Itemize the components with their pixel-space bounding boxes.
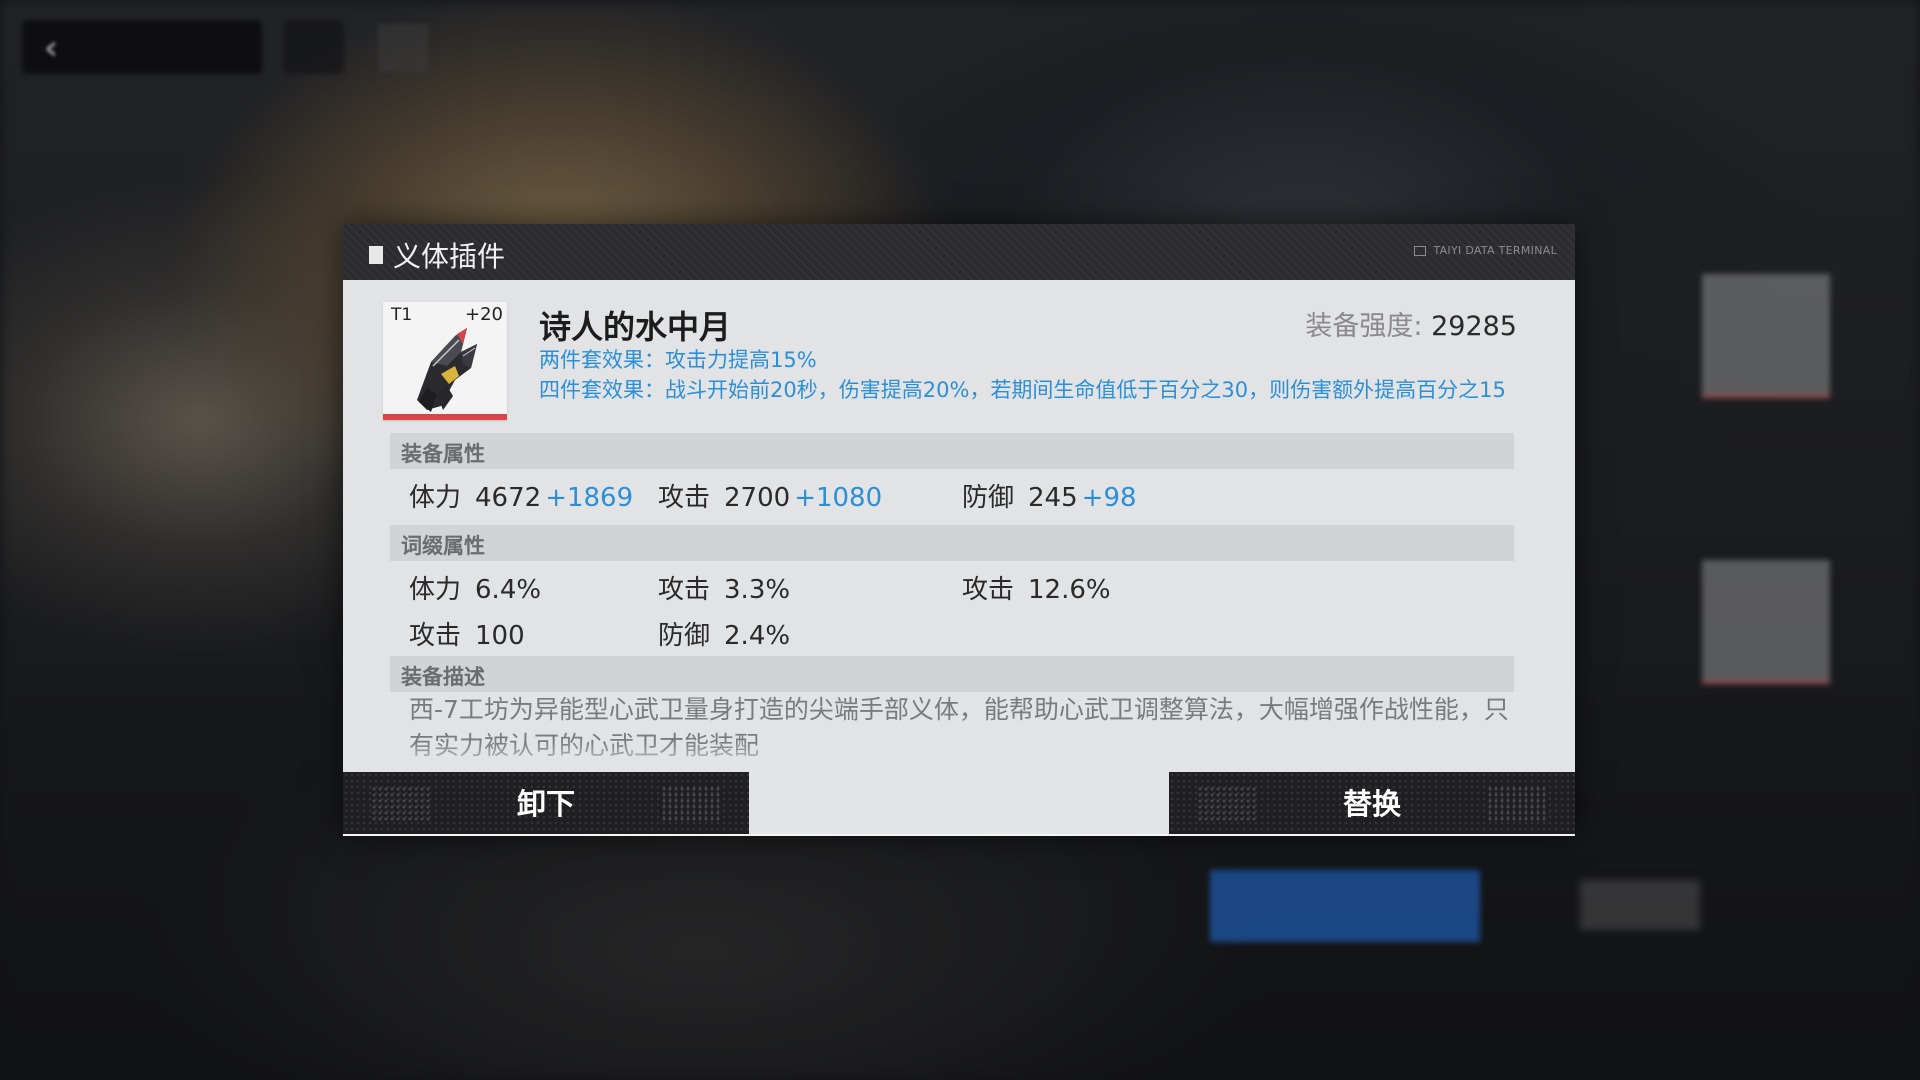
dialog-header: 义体插件 TAIYI DATA TERMINAL [343,224,1575,280]
base-stat: 防御 245 +98 [962,477,1137,514]
header-tag-text: TAIYI DATA TERMINAL [1433,244,1557,257]
dialog-body[interactable]: T1 +20 诗人的水中月 装备强度: 29285 两件套效果：攻击力提高15%… [343,280,1575,772]
terminal-icon [1414,246,1427,256]
equipment-power: 装备强度: 29285 [1305,304,1517,343]
dialog-footer: 卸下 替换 [343,772,1575,836]
two-piece-set-effect: 两件套效果：攻击力提高15% [539,348,817,372]
stat-bonus: +1080 [794,483,883,513]
footer-divider [343,834,1575,836]
stat-label: 攻击 [962,575,1015,605]
stat-label: 攻击 [409,621,462,651]
top-bar-button-blurred [284,20,344,74]
base-stat: 攻击 2700 +1080 [658,477,882,514]
stat-value: 12.6% [1028,575,1111,605]
side-equipment-slot [1702,560,1830,684]
affix-stat: 体力 6.4% [409,569,541,606]
section-base-stats: 装备属性 [390,433,1514,469]
affix-stat: 攻击 3.3% [658,569,790,606]
background-button-blurred [1210,870,1480,942]
affix-stat: 防御 2.4% [658,615,790,652]
stat-label: 攻击 [658,483,711,513]
power-value: 29285 [1431,311,1517,342]
stat-label: 攻击 [658,575,711,605]
section-affix-stats: 词缀属性 [390,525,1514,561]
side-equipment-slot [1702,274,1830,398]
top-bar-icon-blurred [378,24,428,72]
stat-value: 100 [475,621,525,651]
dialog-title: 义体插件 [393,240,506,273]
stat-label: 防御 [658,621,711,651]
stat-label: 防御 [962,483,1015,513]
stat-label: 体力 [409,575,462,605]
power-label: 装备强度: [1305,311,1423,342]
stat-value: 3.3% [724,575,791,605]
stat-value: 4672 [475,483,542,513]
scroll-fade [343,742,1575,772]
base-stat: 体力 4672 +1869 [409,477,633,514]
section-title: 词缀属性 [401,534,485,558]
background-button-blurred [1580,880,1700,930]
stat-value: 6.4% [475,575,542,605]
replace-button[interactable]: 替换 [1169,772,1575,836]
stat-bonus: +98 [1081,483,1137,513]
affix-stat: 攻击 12.6% [962,569,1111,606]
section-title: 装备描述 [401,665,485,689]
stat-value: 2.4% [724,621,791,651]
unequip-button[interactable]: 卸下 [343,772,749,836]
stat-value: 245 [1028,483,1078,513]
section-title: 装备属性 [401,442,485,466]
affix-stat: 攻击 100 [409,615,525,652]
four-piece-set-effect: 四件套效果：战斗开始前20秒，伤害提高20%，若期间生命值低于百分之30，则伤害… [539,378,1506,402]
stat-label: 体力 [409,483,462,513]
header-tag: TAIYI DATA TERMINAL [1414,244,1557,257]
stat-bonus: +1869 [545,483,634,513]
stat-value: 2700 [724,483,791,513]
rarity-bar [383,414,507,420]
header-square-icon [369,246,383,264]
item-icon-card: T1 +20 [383,302,507,420]
section-description: 装备描述 [390,656,1514,692]
equipment-detail-dialog: 义体插件 TAIYI DATA TERMINAL T1 +20 诗人的水中月 装… [343,224,1575,836]
item-name: 诗人的水中月 [539,308,732,346]
back-chevron-icon: ‹ [44,28,59,68]
claw-gauntlet-icon [417,328,477,412]
